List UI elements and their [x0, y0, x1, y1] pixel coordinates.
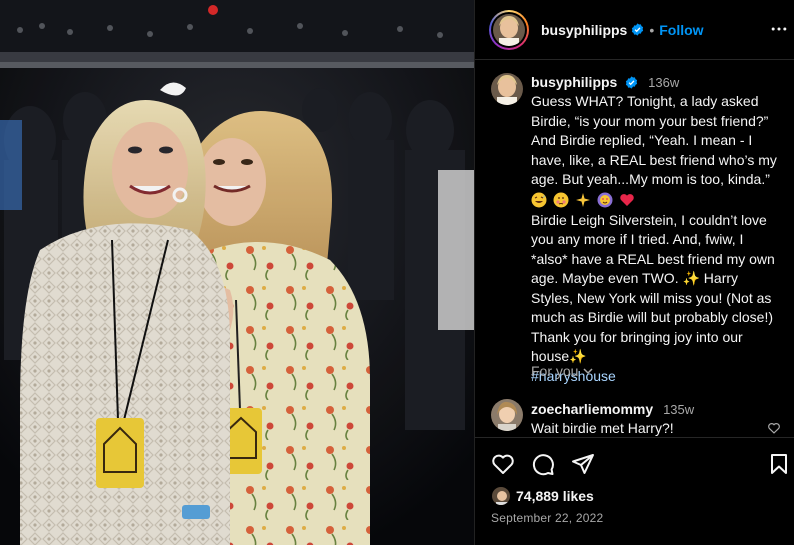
post-header: busyphilipps • Follow: [475, 0, 794, 60]
liker-avatar: [491, 486, 511, 506]
comment-bubble-icon[interactable]: [531, 452, 555, 476]
for-you-label: For you: [531, 363, 579, 379]
author-avatar[interactable]: [489, 9, 529, 50]
author-avatar-image: [493, 13, 525, 46]
caption-text-part2: Birdie Leigh Silverstein, I couldn’t lov…: [531, 211, 779, 365]
likes-count-label: 74,889 likes: [516, 488, 594, 504]
post-side-panel: busyphilipps • Follow busyphilipps 136w …: [474, 0, 794, 545]
post-footer: 74,889 likes September 22, 2022: [475, 437, 794, 545]
caption-header: busyphilipps 136w: [531, 73, 679, 92]
sparkles-icon: [575, 192, 591, 208]
follow-button[interactable]: Follow: [659, 22, 703, 38]
save-bookmark-icon[interactable]: [767, 452, 791, 476]
comment-like-heart-icon[interactable]: [767, 421, 781, 435]
like-heart-icon[interactable]: [491, 452, 515, 476]
post-photo[interactable]: [0, 0, 474, 545]
caption-time[interactable]: 136w: [648, 75, 679, 90]
verified-badge-icon: [632, 23, 644, 36]
grin-sweat-icon: [531, 192, 547, 208]
caption-username[interactable]: busyphilipps: [531, 74, 617, 90]
post-date[interactable]: September 22, 2022: [491, 511, 603, 525]
comment-username[interactable]: zoecharliemommy: [531, 401, 653, 417]
comment-time[interactable]: 135w: [663, 402, 694, 417]
author-username[interactable]: busyphilipps: [541, 22, 627, 38]
comments-section[interactable]: busyphilipps 136w Guess WHAT? Tonight, a…: [475, 61, 794, 437]
likes-count[interactable]: 74,889 likes: [491, 486, 594, 506]
comment-text: Wait birdie met Harry?!: [531, 420, 674, 436]
share-send-icon[interactable]: [571, 452, 595, 476]
concert-photo-illustration: [0, 0, 474, 545]
header-separator: •: [649, 21, 655, 38]
comment-header: zoecharliemommy 135w: [531, 401, 694, 417]
woozy-face-icon: [553, 192, 569, 208]
caption-emojis: [531, 191, 783, 209]
caption-author-avatar[interactable]: [491, 73, 523, 105]
chevron-down-icon: [583, 368, 593, 375]
caption-text-part1: Guess WHAT? Tonight, a lady asked Birdie…: [531, 93, 781, 187]
for-you-dropdown[interactable]: For you: [531, 363, 594, 379]
heart-eyes-rainbow-icon: [597, 192, 613, 208]
red-heart-icon: [619, 192, 635, 208]
more-options-icon[interactable]: [769, 19, 789, 39]
caption-text: Guess WHAT? Tonight, a lady asked Birdie…: [531, 92, 783, 386]
action-bar: [491, 452, 595, 476]
caption-verified-badge-icon: [626, 76, 638, 89]
commenter-avatar[interactable]: [491, 399, 523, 431]
